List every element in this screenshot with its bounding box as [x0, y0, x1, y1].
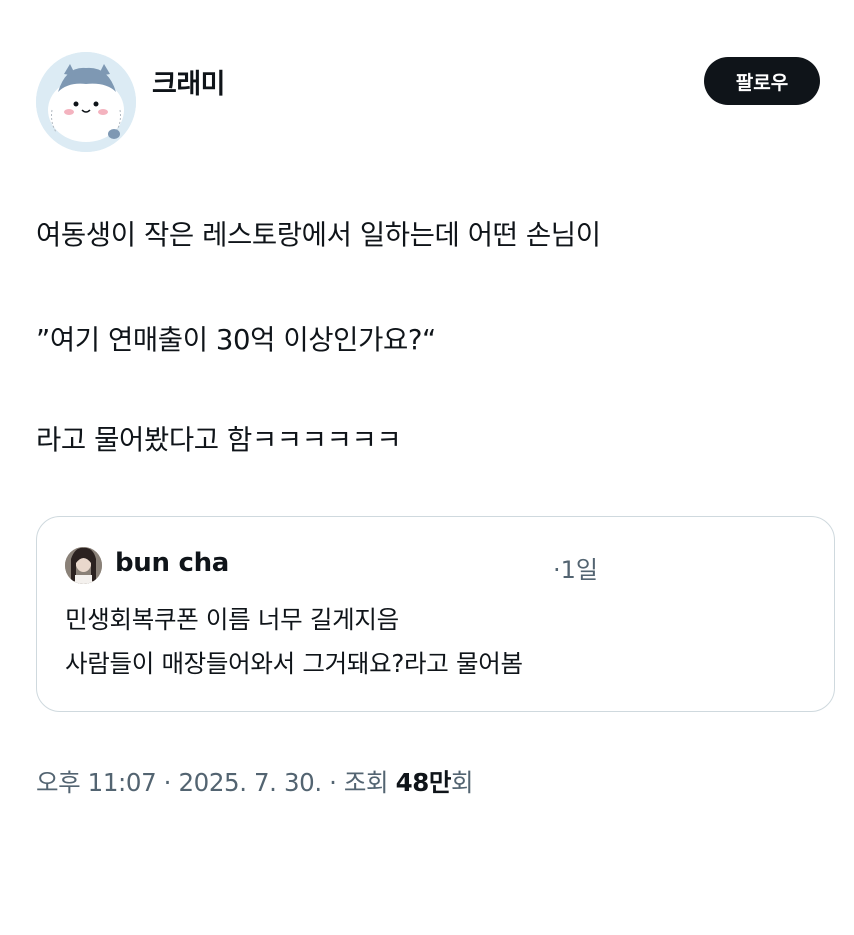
quote-text-line: 사람들이 매장들어와서 그거돼요?라고 물어봄 [65, 649, 523, 678]
tweet-metadata: 오후 11:07 · 2025. 7. 30. · 조회 48만회 [36, 764, 474, 799]
post-date[interactable]: 2025. 7. 30. [178, 768, 322, 797]
separator-dot: · [321, 768, 344, 797]
views-count: 48만 [395, 768, 452, 797]
quote-author-name: bun cha [115, 548, 230, 578]
person-photo-icon [65, 547, 102, 584]
author-display-name[interactable]: 크래미 [152, 62, 226, 101]
author-avatar[interactable] [36, 52, 136, 152]
quote-author-avatar [65, 547, 102, 584]
quote-text-line: 민생회복쿠폰 이름 너무 길게지음 [65, 605, 399, 634]
tweet-text-line: ”여기 연매출이 30억 이상인가요?“ [36, 324, 436, 356]
quote-timestamp: ·1일 [553, 556, 598, 584]
views-prefix: 조회 [343, 768, 396, 797]
follow-button[interactable]: 팔로우 [704, 57, 820, 105]
quoted-tweet-card[interactable]: bun cha ·1일 민생회복쿠폰 이름 너무 길게지음 사람들이 매장들어와… [36, 516, 835, 712]
tweet-text-line: 라고 물어봤다고 함ㅋㅋㅋㅋㅋㅋ [36, 424, 402, 456]
post-time[interactable]: 오후 11:07 [36, 768, 157, 797]
tweet-text-line: 여동생이 작은 레스토랑에서 일하는데 어떤 손님이 [36, 219, 601, 251]
hamster-avatar-icon [36, 52, 136, 152]
views-suffix: 회 [451, 768, 474, 797]
separator-dot: · [156, 768, 179, 797]
